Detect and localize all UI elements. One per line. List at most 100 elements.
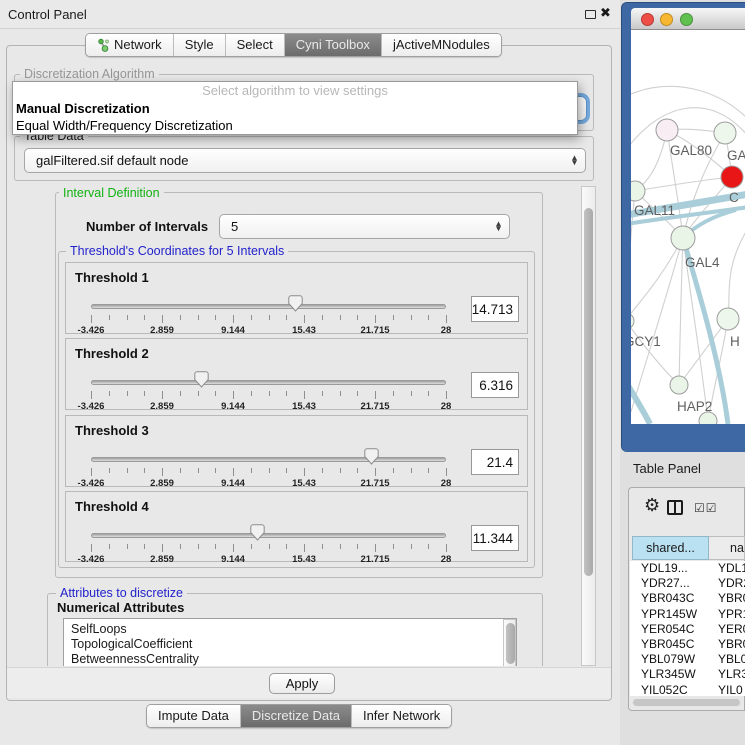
table-row[interactable]: YBL079WYBL0 bbox=[630, 652, 745, 667]
slider-ticks: -3.4262.8599.14415.4321.71528 bbox=[66, 492, 527, 561]
number-of-intervals-label: Number of Intervals bbox=[86, 219, 208, 234]
network-node[interactable] bbox=[714, 122, 736, 144]
network-edge bbox=[679, 237, 683, 385]
apply-button[interactable]: Apply bbox=[269, 673, 335, 694]
slider-thumb[interactable] bbox=[250, 524, 265, 541]
tab-style[interactable]: Style bbox=[173, 34, 225, 56]
numerical-attributes-label: Numerical Attributes bbox=[57, 600, 184, 615]
column-header-name[interactable]: na bbox=[709, 536, 745, 560]
cell-shared-name: YDR27... bbox=[641, 576, 690, 590]
slider-ticks: -3.4262.8599.14415.4321.71528 bbox=[66, 339, 527, 409]
cell-shared-name: YPR145W bbox=[641, 607, 697, 621]
close-traffic-light-icon[interactable] bbox=[641, 13, 654, 26]
network-edge bbox=[635, 177, 732, 191]
tab-select[interactable]: Select bbox=[225, 34, 284, 56]
scrollbar-thumb[interactable] bbox=[506, 623, 515, 664]
thresholds-group-title: Threshold's Coordinates for 5 Intervals bbox=[66, 244, 288, 258]
tab-infer-network[interactable]: Infer Network bbox=[351, 705, 451, 727]
table-row[interactable]: YIL052CYIL0 bbox=[630, 683, 745, 697]
table-row[interactable]: YLR345WYLR3 bbox=[630, 667, 745, 682]
table-panel-title: Table Panel bbox=[633, 461, 701, 476]
dropdown-hint: Select algorithm to view settings bbox=[13, 83, 577, 98]
table-horizontal-scrollbar[interactable] bbox=[632, 698, 742, 707]
minimize-traffic-light-icon[interactable] bbox=[660, 13, 673, 26]
cell-shared-name: YBL079W bbox=[641, 652, 695, 666]
attribute-list-item[interactable]: BetweennessCentrality bbox=[64, 652, 516, 666]
tick-label: 21.715 bbox=[360, 554, 389, 565]
network-edge bbox=[631, 321, 679, 385]
numerical-attributes-list[interactable]: SelfLoopsTopologicalCoefficientBetweenne… bbox=[63, 618, 517, 666]
threshold-value-field[interactable]: 21.4 bbox=[471, 449, 519, 475]
slider-thumb[interactable] bbox=[364, 448, 379, 465]
node-label: GA bbox=[727, 148, 745, 163]
attributes-list-scrollbar[interactable] bbox=[503, 619, 516, 666]
tick-label: 21.715 bbox=[360, 478, 389, 489]
control-panel-titlebar: Control Panel ✖ bbox=[0, 0, 620, 29]
table-row[interactable]: YDR27...YDR2 bbox=[630, 576, 745, 591]
scrollbar-thumb[interactable] bbox=[584, 208, 593, 576]
attribute-list-item[interactable]: SelfLoops bbox=[64, 622, 516, 637]
node-label: GCY1 bbox=[631, 334, 661, 349]
network-node[interactable] bbox=[631, 313, 634, 329]
threshold-value-field[interactable]: 6.316 bbox=[471, 372, 519, 398]
tab-cyni-toolbox[interactable]: Cyni Toolbox bbox=[284, 34, 381, 56]
control-panel: Control Panel ✖ Network Style SelectCyni T… bbox=[0, 0, 620, 745]
network-window-titlebar[interactable] bbox=[631, 8, 745, 30]
float-window-icon[interactable] bbox=[585, 10, 596, 19]
tick-label: 2.859 bbox=[150, 401, 174, 412]
column-header-shared-name[interactable]: shared... bbox=[632, 536, 709, 560]
tick-label: 15.43 bbox=[292, 554, 316, 565]
combo-stepper-icon: ▲▼ bbox=[496, 221, 501, 232]
attribute-list-item[interactable]: TopologicalCoefficient bbox=[64, 637, 516, 652]
tab-label: Network bbox=[114, 34, 162, 56]
network-node[interactable] bbox=[656, 119, 678, 141]
node-label: C bbox=[729, 190, 739, 205]
combo-stepper-icon: ▲▼ bbox=[572, 155, 577, 166]
tab-impute-data[interactable]: Impute Data bbox=[147, 705, 240, 727]
gear-icon[interactable]: ⚙ bbox=[644, 495, 660, 516]
threshold-panel-1: Threshold 1-3.4262.8599.14415.4321.71528… bbox=[65, 262, 528, 334]
network-node[interactable] bbox=[721, 166, 743, 188]
dropdown-option-manual[interactable]: Manual Discretization bbox=[16, 101, 150, 116]
table-row[interactable]: YDL19...YDL1 bbox=[630, 561, 745, 576]
tab-discretize-data[interactable]: Discretize Data bbox=[240, 705, 351, 727]
algorithm-dropdown-popup: Select algorithm to view settings Manual… bbox=[12, 81, 578, 135]
interval-definition-title: Interval Definition bbox=[59, 186, 164, 200]
slider-thumb[interactable] bbox=[288, 295, 303, 312]
table-row[interactable]: YER054CYER0 bbox=[630, 622, 745, 637]
network-edge bbox=[631, 86, 745, 118]
cell-name: YIL0 bbox=[718, 683, 743, 697]
cell-shared-name: YBR045C bbox=[641, 637, 694, 651]
close-icon[interactable]: ✖ bbox=[600, 6, 611, 21]
slider-thumb[interactable] bbox=[194, 371, 209, 388]
network-edge bbox=[631, 237, 683, 321]
table-rows[interactable]: YDL19...YDL1YDR27...YDR2YBR043CYBR0YPR14… bbox=[630, 561, 745, 696]
zoom-traffic-light-icon[interactable] bbox=[680, 13, 693, 26]
threshold-value-field[interactable]: 11.344 bbox=[471, 525, 519, 551]
settings-scrollbar[interactable] bbox=[581, 186, 596, 666]
table-data-combobox[interactable]: galFiltered.sif default node ▲▼ bbox=[24, 148, 586, 173]
scrollbar-thumb[interactable] bbox=[633, 699, 740, 706]
dropdown-option-equal-width[interactable]: Equal Width/Frequency Discretization bbox=[16, 118, 233, 133]
number-of-intervals-combobox[interactable]: 5 ▲▼ bbox=[219, 214, 510, 239]
table-row[interactable]: YBR045C YBR0 bbox=[630, 637, 745, 652]
tab-jactivemnodules[interactable]: jActiveMNodules bbox=[381, 34, 501, 56]
threshold-value-field[interactable]: 14.713 bbox=[471, 296, 519, 322]
network-icon bbox=[97, 38, 109, 52]
tick-label: 15.43 bbox=[292, 325, 316, 336]
tick-label: 21.715 bbox=[360, 325, 389, 336]
cell-name: YBR0 bbox=[718, 637, 745, 651]
network-node[interactable] bbox=[717, 308, 739, 330]
tick-label: 2.859 bbox=[150, 478, 174, 489]
tab-label: Style bbox=[185, 34, 214, 56]
bottom-tab-bar: Impute DataDiscretize DataInfer Network bbox=[146, 704, 452, 728]
table-row[interactable]: YPR145WYPR1 bbox=[630, 607, 745, 622]
tab-network[interactable]: Network bbox=[86, 34, 173, 56]
network-node[interactable] bbox=[671, 226, 695, 250]
checkboxes-icon[interactable]: ☑☑ bbox=[694, 501, 718, 515]
network-node[interactable] bbox=[670, 376, 688, 394]
tick-label: 28 bbox=[441, 325, 452, 336]
columns-icon[interactable] bbox=[667, 500, 683, 515]
network-view-canvas[interactable]: GAL80GACGAL11GAL4GCY1HHAP2 bbox=[631, 30, 745, 424]
table-row[interactable]: YBR043CYBR0 bbox=[630, 591, 745, 606]
